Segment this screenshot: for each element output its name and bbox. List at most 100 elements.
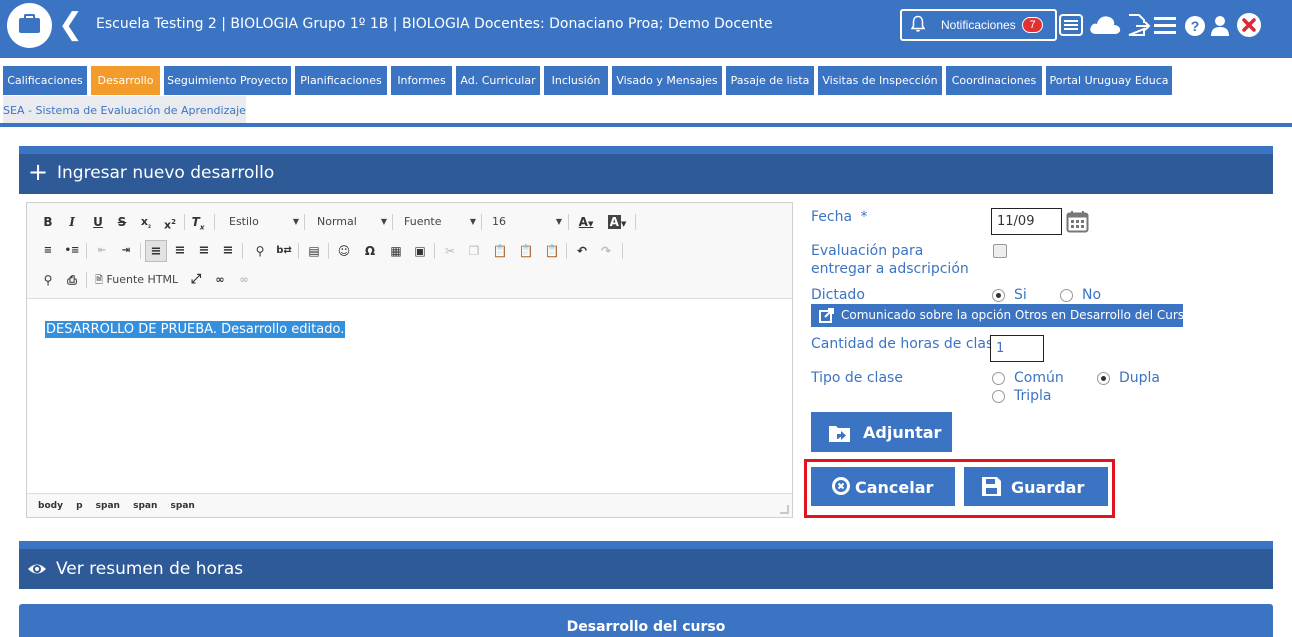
source-html-label: Fuente HTML bbox=[106, 273, 179, 286]
strikethrough-icon[interactable]: S bbox=[111, 211, 133, 233]
path-p[interactable]: p bbox=[76, 501, 82, 511]
block-quote-icon[interactable]: ▤ bbox=[303, 240, 325, 262]
back-icon[interactable]: ❮ bbox=[58, 10, 83, 40]
tabs-underline bbox=[0, 123, 1292, 127]
cut-icon[interactable]: ✂ bbox=[439, 240, 461, 262]
paste-text-icon[interactable]: 📋 bbox=[515, 240, 537, 262]
path-span[interactable]: span bbox=[171, 501, 195, 511]
user-icon[interactable] bbox=[1207, 12, 1233, 38]
path-body[interactable]: body bbox=[38, 501, 63, 511]
tab-informes[interactable]: Informes bbox=[391, 66, 452, 95]
tab-portal-uruguay-educa[interactable]: Portal Uruguay Educa bbox=[1046, 66, 1172, 95]
source-html-button[interactable]: 🗎 Fuente HTML bbox=[91, 269, 183, 291]
cancelar-button[interactable]: Cancelar bbox=[811, 467, 955, 506]
menu-icon[interactable] bbox=[1152, 12, 1178, 38]
smiley-icon[interactable]: ☺ bbox=[333, 240, 355, 262]
tab-ad-curricular[interactable]: Ad. Curricular bbox=[456, 66, 540, 95]
tab-coordinaciones[interactable]: Coordinaciones bbox=[946, 66, 1042, 95]
copy-icon[interactable]: ❐ bbox=[463, 240, 485, 262]
guardar-button[interactable]: Guardar bbox=[964, 467, 1108, 506]
align-center-icon[interactable]: ≡ bbox=[169, 240, 191, 262]
hours-summary-panel-header[interactable]: Ver resumen de horas bbox=[19, 541, 1273, 589]
comunicado-button[interactable]: Comunicado sobre la opción Otros en Desa… bbox=[811, 304, 1191, 327]
tab-sea[interactable]: SEA - Sistema de Evaluación de Aprendiza… bbox=[3, 96, 246, 125]
tab-calificaciones[interactable]: Calificaciones bbox=[3, 66, 87, 95]
help-icon[interactable]: ? bbox=[1182, 12, 1208, 38]
tipo-dupla-radio[interactable] bbox=[1097, 372, 1110, 385]
tab-seguimiento-proyecto[interactable]: Seguimiento Proyecto bbox=[164, 66, 291, 95]
bold-icon[interactable]: B bbox=[37, 211, 59, 233]
tab-pasaje-de-lista[interactable]: Pasaje de lista bbox=[726, 66, 814, 95]
justify-icon[interactable]: ≡ bbox=[217, 240, 239, 262]
path-span[interactable]: span bbox=[96, 501, 120, 511]
dictado-si-label[interactable]: Si bbox=[1014, 286, 1027, 304]
tipo-comun-radio[interactable] bbox=[992, 372, 1005, 385]
tab-visitas-de-inspeccion[interactable]: Visitas de Inspección bbox=[818, 66, 942, 95]
format-select[interactable]: Normal ▼ bbox=[311, 211, 389, 233]
desarrollo-del-curso-header: Desarrollo del curso bbox=[19, 604, 1273, 637]
align-right-icon[interactable]: ≡ bbox=[193, 240, 215, 262]
replace-icon[interactable]: b⇄ bbox=[273, 240, 295, 262]
italic-icon[interactable]: I bbox=[61, 211, 83, 233]
tab-planificaciones[interactable]: Planificaciones bbox=[295, 66, 387, 95]
text-color-icon[interactable]: A▼ bbox=[573, 211, 599, 233]
dictado-no-radio[interactable] bbox=[1060, 289, 1073, 302]
adjuntar-button[interactable]: Adjuntar bbox=[811, 412, 952, 452]
tipo-comun-label[interactable]: Común bbox=[1014, 369, 1064, 387]
preview-icon[interactable]: ⚲ bbox=[37, 269, 59, 291]
calendar-icon[interactable] bbox=[1066, 210, 1089, 233]
list-card-icon[interactable] bbox=[1058, 12, 1084, 38]
font-select[interactable]: Fuente ▼ bbox=[398, 211, 478, 233]
background-color-icon[interactable]: A ▼ bbox=[603, 211, 631, 233]
link-icon[interactable]: ∞ bbox=[209, 269, 231, 291]
print-icon[interactable]: ⎙ bbox=[61, 269, 83, 291]
rich-text-editor: B I U S x₂ x2 Tx Estilo ▼ Normal ▼ Fuente ▼… bbox=[26, 202, 793, 518]
paste-word-icon[interactable]: 📋 bbox=[541, 240, 563, 262]
find-icon[interactable]: ⚲ bbox=[249, 240, 271, 262]
maximize-icon[interactable]: ⤢ bbox=[185, 269, 207, 291]
close-icon[interactable] bbox=[1236, 12, 1262, 38]
paste-icon[interactable]: 📋 bbox=[489, 240, 511, 262]
unlink-icon[interactable]: ∞ bbox=[233, 269, 255, 291]
page-title: Escuela Testing 2 | BIOLOGIA Grupo 1º 1B… bbox=[96, 16, 773, 32]
format-select-label: Normal bbox=[317, 215, 357, 228]
remove-format-icon[interactable]: Tx bbox=[187, 211, 209, 233]
tab-visado-mensajes[interactable]: Visado y Mensajes bbox=[612, 66, 722, 95]
redo-icon[interactable]: ↷ bbox=[595, 240, 617, 262]
path-span[interactable]: span bbox=[133, 501, 157, 511]
fecha-input[interactable]: 11/09 bbox=[991, 208, 1062, 235]
adjuntar-label: Adjuntar bbox=[863, 423, 942, 442]
editor-content-area[interactable]: DESARROLLO DE PRUEBA. Desarrollo editado… bbox=[27, 298, 792, 494]
tab-desarrollo[interactable]: Desarrollo bbox=[91, 66, 160, 95]
export-icon[interactable] bbox=[1125, 12, 1151, 38]
align-left-icon[interactable]: ≡ bbox=[145, 240, 167, 262]
notifications-button[interactable]: Notificaciones 7 bbox=[900, 9, 1057, 41]
dictado-si-radio[interactable] bbox=[992, 289, 1005, 302]
tipo-tripla-label[interactable]: Tripla bbox=[1014, 387, 1052, 405]
size-select[interactable]: 16 ▼ bbox=[486, 211, 564, 233]
briefcase-icon[interactable] bbox=[7, 3, 52, 48]
tab-inclusion[interactable]: Inclusión bbox=[544, 66, 608, 95]
tipo-dupla-label[interactable]: Dupla bbox=[1119, 369, 1160, 387]
outdent-icon[interactable]: ⇤ bbox=[91, 240, 113, 262]
evaluacion-checkbox[interactable] bbox=[993, 244, 1007, 258]
subscript-icon[interactable]: x₂ bbox=[135, 211, 157, 233]
undo-icon[interactable]: ↶ bbox=[571, 240, 593, 262]
special-char-icon[interactable]: Ω bbox=[359, 240, 381, 262]
resize-handle[interactable] bbox=[780, 505, 789, 514]
notifications-label: Notificaciones bbox=[941, 18, 1016, 32]
tipo-tripla-radio[interactable] bbox=[992, 390, 1005, 403]
image-icon[interactable]: ▣ bbox=[409, 240, 431, 262]
superscript-icon[interactable]: x2 bbox=[159, 211, 181, 233]
editor-text[interactable]: DESARROLLO DE PRUEBA. Desarrollo editado… bbox=[45, 321, 346, 338]
horas-input[interactable]: 1 bbox=[990, 335, 1044, 362]
numbered-list-icon[interactable]: ≡ bbox=[37, 240, 59, 262]
style-select[interactable]: Estilo ▼ bbox=[223, 211, 301, 233]
underline-icon[interactable]: U bbox=[87, 211, 109, 233]
dictado-no-label[interactable]: No bbox=[1082, 286, 1101, 304]
cloud-icon[interactable] bbox=[1088, 12, 1122, 38]
table-icon[interactable]: ▦ bbox=[385, 240, 407, 262]
indent-icon[interactable]: ⇥ bbox=[115, 240, 137, 262]
new-development-panel-header[interactable]: + Ingresar nuevo desarrollo bbox=[19, 146, 1273, 194]
bullet-list-icon[interactable]: •≡ bbox=[61, 240, 83, 262]
